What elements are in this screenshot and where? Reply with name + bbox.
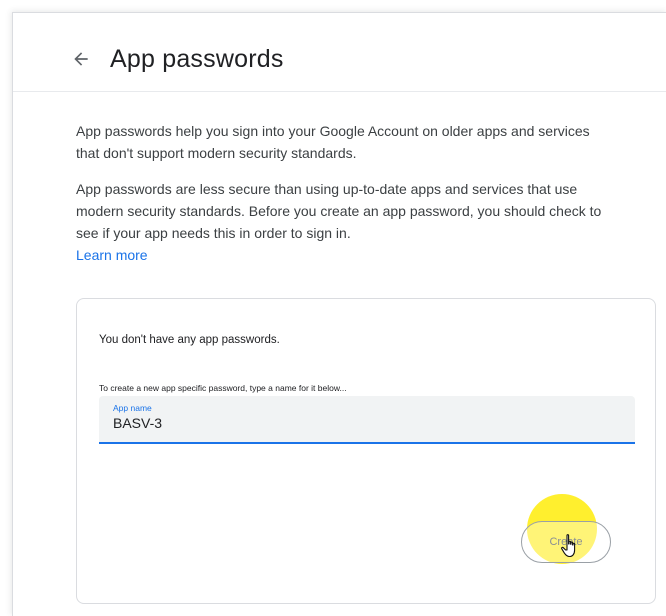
app-passwords-card: You don't have any app passwords. To cre… (76, 298, 656, 604)
page-header: App passwords (13, 13, 666, 92)
description-paragraph-2-text: App passwords are less secure than using… (76, 181, 602, 241)
arrow-left-icon[interactable] (71, 49, 91, 69)
description-paragraph-2: App passwords are less secure than using… (76, 178, 606, 266)
app-passwords-panel: App passwords App passwords help you sig… (12, 12, 666, 616)
description-paragraph-1: App passwords help you sign into your Go… (76, 123, 590, 161)
empty-state-message: You don't have any app passwords. (99, 334, 280, 346)
app-name-input[interactable] (113, 415, 613, 431)
hand-pointer-icon (561, 534, 576, 558)
app-name-field[interactable]: App name (99, 396, 635, 444)
app-name-label: App name (113, 403, 152, 413)
learn-more-link[interactable]: Learn more (76, 244, 148, 266)
create-hint: To create a new app specific password, t… (99, 383, 347, 393)
page-title: App passwords (110, 45, 284, 73)
